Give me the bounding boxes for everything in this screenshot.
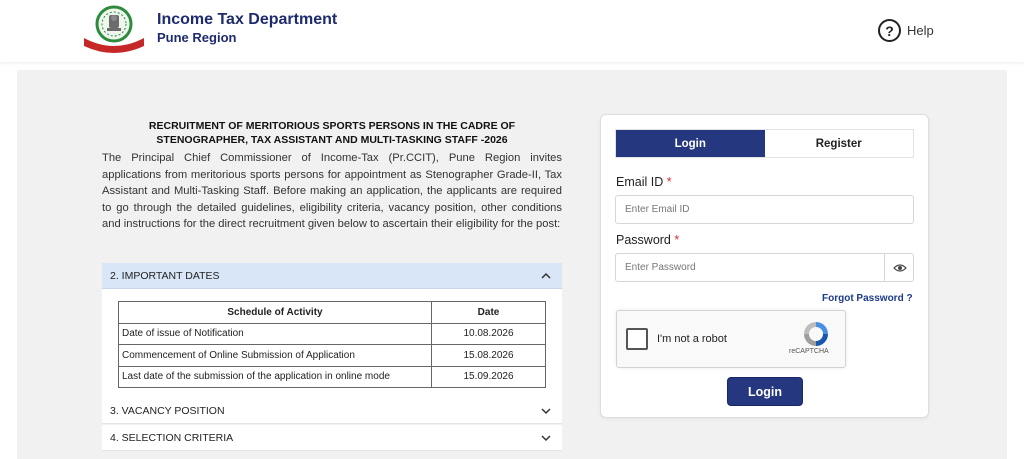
department-title: Income Tax Department: [157, 11, 338, 28]
chevron-down-icon: [541, 434, 551, 441]
email-label-text: Email ID: [616, 175, 664, 189]
show-password-toggle[interactable]: [884, 253, 914, 282]
recruitment-info: RECRUITMENT OF MERITORIOUS SPORTS PERSON…: [102, 119, 562, 233]
recaptcha-logo-icon: [804, 322, 828, 346]
accordion-important-dates[interactable]: 2. IMPORTANT DATES: [102, 263, 562, 289]
required-mark: *: [674, 233, 680, 247]
accordion-label: 3. VACANCY POSITION: [110, 404, 225, 417]
accordion-vacancy-position[interactable]: 3. VACANCY POSITION: [102, 398, 562, 424]
region-subtitle: Pune Region: [157, 30, 237, 45]
recaptcha-widget: I'm not a robot reCAPTCHA: [616, 310, 846, 368]
tab-login[interactable]: Login: [616, 130, 765, 157]
column-header-date: Date: [431, 301, 546, 324]
date-cell: 15.08.2026: [431, 344, 546, 367]
chevron-down-icon: [541, 407, 551, 414]
login-button[interactable]: Login: [727, 377, 803, 406]
column-header-activity: Schedule of Activity: [118, 301, 432, 324]
help-link[interactable]: ? Help: [878, 19, 934, 42]
activity-cell: Commencement of Online Submission of App…: [118, 344, 432, 367]
email-label: Email ID *: [616, 175, 672, 189]
accordion-selection-criteria[interactable]: 4. SELECTION CRITERIA: [102, 425, 562, 451]
tab-register[interactable]: Register: [765, 130, 914, 157]
password-label: Password *: [616, 233, 679, 247]
recruitment-title-line1: RECRUITMENT OF MERITORIOUS SPORTS PERSON…: [148, 120, 516, 132]
password-label-text: Password: [616, 233, 671, 247]
accordion-label: 2. IMPORTANT DATES: [110, 269, 220, 282]
help-label: Help: [907, 23, 934, 38]
recruitment-title: RECRUITMENT OF MERITORIOUS SPORTS PERSON…: [102, 119, 562, 147]
login-card: Login Register Email ID * Password * For…: [600, 114, 929, 418]
password-input[interactable]: [615, 253, 914, 282]
recaptcha-label: I'm not a robot: [657, 333, 727, 345]
table-row: Date of issue of Notification 10.08.2026: [118, 322, 546, 345]
eye-icon: [892, 263, 907, 272]
forgot-password-link[interactable]: Forgot Password ?: [822, 293, 913, 304]
recaptcha-checkbox[interactable]: [626, 328, 648, 350]
date-cell: 15.09.2026: [431, 365, 546, 388]
emblem-logo-icon: [84, 5, 144, 53]
activity-cell: Date of issue of Notification: [118, 322, 432, 345]
table-row: Commencement of Online Submission of App…: [118, 344, 546, 367]
site-header: Income Tax Department Pune Region ? Help: [0, 0, 1024, 62]
chevron-up-icon: [541, 272, 551, 279]
help-icon: ?: [878, 19, 901, 42]
important-dates-panel: Schedule of Activity Date Date of issue …: [102, 289, 562, 399]
date-cell: 10.08.2026: [431, 322, 546, 345]
schedule-table: Schedule of Activity Date Date of issue …: [118, 301, 546, 388]
table-header-row: Schedule of Activity Date: [118, 301, 546, 324]
required-mark: *: [666, 175, 672, 189]
recruitment-description: The Principal Chief Commissioner of Inco…: [102, 152, 562, 230]
recruitment-title-line2: STENOGRAPHER, TAX ASSISTANT AND MULTI-TA…: [156, 134, 508, 146]
table-row: Last date of the submission of the appli…: [118, 365, 546, 388]
auth-tabs: Login Register: [615, 129, 914, 158]
activity-cell: Last date of the submission of the appli…: [118, 365, 432, 388]
accordion-label: 4. SELECTION CRITERIA: [110, 431, 234, 444]
email-input[interactable]: [615, 195, 914, 224]
recaptcha-brand: reCAPTCHA: [789, 348, 829, 355]
